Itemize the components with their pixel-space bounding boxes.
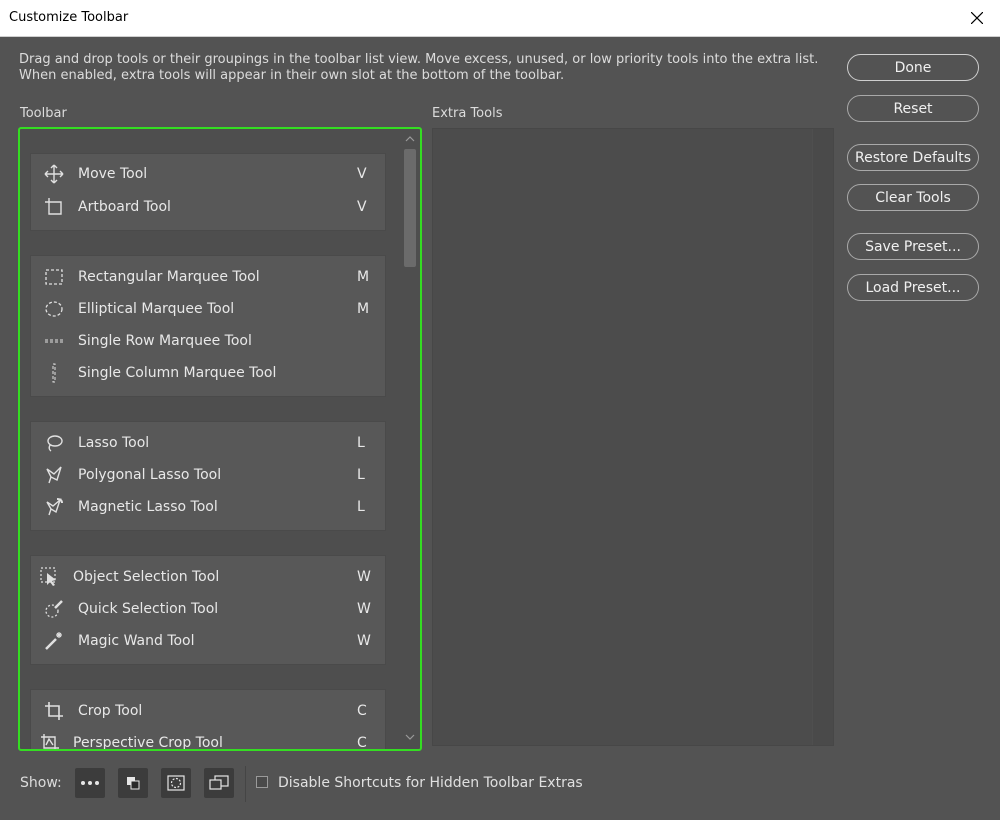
tool-name: Polygonal Lasso Tool xyxy=(78,467,222,483)
scroll-down-icon[interactable] xyxy=(405,733,415,741)
more-dots-icon xyxy=(81,781,99,785)
tool-name: Move Tool xyxy=(78,166,148,182)
tool-name: Perspective Crop Tool xyxy=(73,735,223,751)
artboard-icon xyxy=(41,194,67,220)
tool-shortcut: M xyxy=(357,301,370,317)
tool-row-move[interactable]: Move Tool V xyxy=(31,159,385,189)
extra-tools-label: Extra Tools xyxy=(432,106,503,121)
tool-name: Lasso Tool xyxy=(78,435,150,451)
tool-name: Elliptical Marquee Tool xyxy=(78,301,235,317)
tool-name: Quick Selection Tool xyxy=(78,601,219,617)
save-preset-button[interactable]: Save Preset... xyxy=(847,233,979,260)
clear-tools-button[interactable]: Clear Tools xyxy=(847,184,979,211)
rectangular-marquee-icon xyxy=(41,264,67,290)
toolbar-label: Toolbar xyxy=(20,106,67,121)
disable-shortcuts-checkbox[interactable] xyxy=(256,776,268,788)
show-screen-mode-button[interactable] xyxy=(204,768,234,798)
divider xyxy=(245,766,246,802)
tool-shortcut: L xyxy=(357,499,365,515)
window-title: Customize Toolbar xyxy=(9,10,129,25)
screen-mode-icon xyxy=(209,775,229,790)
tool-name: Magnetic Lasso Tool xyxy=(78,499,218,515)
bottom-bar: Show: Disable Shortcuts for Hidden Toolb… xyxy=(0,760,1000,820)
tool-group-marquee[interactable]: Rectangular Marquee Tool M Elliptical Ma… xyxy=(30,255,386,397)
tool-name: Rectangular Marquee Tool xyxy=(78,269,260,285)
tool-row-object-selection[interactable]: Object Selection Tool W xyxy=(31,562,385,592)
tool-shortcut: L xyxy=(357,435,365,451)
crop-icon xyxy=(41,698,67,724)
done-button[interactable]: Done xyxy=(847,54,979,81)
object-selection-icon xyxy=(37,564,63,590)
tool-shortcut: W xyxy=(357,633,371,649)
tool-row-artboard[interactable]: Artboard Tool V xyxy=(31,192,385,222)
tool-shortcut: C xyxy=(357,703,367,719)
perspective-crop-icon xyxy=(37,730,63,749)
tool-group-move[interactable]: Move Tool V Artboard Tool V xyxy=(30,153,386,231)
tool-row-perspective-crop[interactable]: Perspective Crop Tool C xyxy=(31,728,385,751)
tool-row-single-column-marquee[interactable]: Single Column Marquee Tool xyxy=(31,358,385,388)
load-preset-button[interactable]: Load Preset... xyxy=(847,274,979,301)
extra-tools-scrollbar[interactable] xyxy=(812,129,833,745)
tool-shortcut: L xyxy=(357,467,365,483)
tool-shortcut: C xyxy=(357,735,367,751)
tool-row-magic-wand[interactable]: Magic Wand Tool W xyxy=(31,626,385,656)
toolbar-scrollbar[interactable] xyxy=(401,133,417,745)
tool-row-magnetic-lasso[interactable]: Magnetic Lasso Tool L xyxy=(31,492,385,522)
tool-group-crop[interactable]: Crop Tool C Perspective Crop Tool C xyxy=(30,689,386,751)
magic-wand-icon xyxy=(41,628,67,654)
tool-name: Magic Wand Tool xyxy=(78,633,195,649)
instructions-text: Drag and drop tools or their groupings i… xyxy=(19,52,819,83)
elliptical-marquee-icon xyxy=(41,296,67,322)
tool-group-selection[interactable]: Object Selection Tool W Quick Selection … xyxy=(30,555,386,665)
quick-selection-icon xyxy=(41,596,67,622)
tool-shortcut: W xyxy=(357,569,371,585)
quick-mask-icon xyxy=(167,775,185,791)
move-icon xyxy=(41,161,67,187)
title-bar: Customize Toolbar xyxy=(0,0,1000,37)
reset-button[interactable]: Reset xyxy=(847,95,979,122)
swap-colors-icon xyxy=(127,777,140,790)
tool-row-crop[interactable]: Crop Tool C xyxy=(31,696,385,726)
tool-name: Crop Tool xyxy=(78,703,143,719)
close-button[interactable] xyxy=(954,0,1000,36)
tool-shortcut: M xyxy=(357,269,370,285)
close-icon xyxy=(971,12,983,24)
tool-row-lasso[interactable]: Lasso Tool L xyxy=(31,428,385,458)
polygonal-lasso-icon xyxy=(41,462,67,488)
lasso-icon xyxy=(41,430,67,456)
tool-shortcut: W xyxy=(357,601,371,617)
tool-name: Artboard Tool xyxy=(78,199,171,215)
magnetic-lasso-icon xyxy=(41,494,67,520)
tool-name: Single Column Marquee Tool xyxy=(78,365,277,381)
tool-row-elliptical-marquee[interactable]: Elliptical Marquee Tool M xyxy=(31,294,385,324)
disable-shortcuts-label[interactable]: Disable Shortcuts for Hidden Toolbar Ext… xyxy=(278,775,583,791)
tool-name: Object Selection Tool xyxy=(73,569,220,585)
scroll-up-icon[interactable] xyxy=(405,135,415,143)
show-colors-button[interactable] xyxy=(118,768,148,798)
single-column-marquee-icon xyxy=(41,360,67,386)
extra-tools-list[interactable] xyxy=(432,128,834,746)
tool-row-rectangular-marquee[interactable]: Rectangular Marquee Tool M xyxy=(31,262,385,292)
tool-name: Single Row Marquee Tool xyxy=(78,333,252,349)
show-extra-tools-button[interactable] xyxy=(75,768,105,798)
tool-row-polygonal-lasso[interactable]: Polygonal Lasso Tool L xyxy=(31,460,385,490)
scroll-thumb[interactable] xyxy=(404,149,416,267)
restore-defaults-button[interactable]: Restore Defaults xyxy=(847,144,979,171)
tool-shortcut: V xyxy=(357,199,367,215)
show-label: Show: xyxy=(20,775,62,791)
tool-shortcut: V xyxy=(357,166,367,182)
single-row-marquee-icon xyxy=(41,328,67,354)
tool-row-quick-selection[interactable]: Quick Selection Tool W xyxy=(31,594,385,624)
tool-group-lasso[interactable]: Lasso Tool L Polygonal Lasso Tool L Magn… xyxy=(30,421,386,531)
tool-row-single-row-marquee[interactable]: Single Row Marquee Tool xyxy=(31,326,385,356)
show-quick-mask-button[interactable] xyxy=(161,768,191,798)
toolbar-list[interactable]: Move Tool V Artboard Tool V Rectangular … xyxy=(18,127,422,751)
